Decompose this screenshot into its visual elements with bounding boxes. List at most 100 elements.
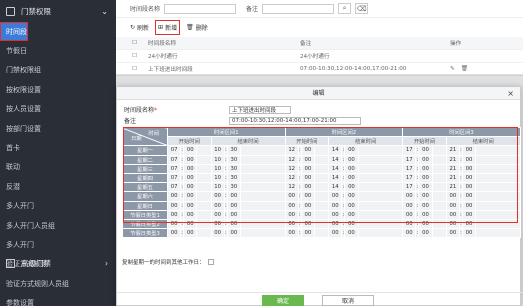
minute-input[interactable]: 00 [461, 182, 477, 193]
hour-input[interactable]: 00 [210, 218, 225, 230]
hour-input[interactable]: 00 [328, 218, 343, 230]
hour-input[interactable]: 07 [166, 172, 182, 184]
minute-input[interactable]: 00 [418, 154, 433, 165]
hour-input[interactable]: 17 [402, 172, 417, 184]
minute-input[interactable]: 00 [461, 163, 477, 174]
hour-input[interactable]: 00 [210, 200, 225, 211]
minute-input[interactable]: 00 [344, 154, 359, 165]
hour-input[interactable]: 17 [402, 163, 417, 174]
sidebar-item[interactable]: 联动 [0, 158, 116, 177]
hour-input[interactable]: 14 [328, 172, 343, 184]
hour-input[interactable]: 17 [402, 182, 417, 193]
minute-input[interactable]: 00 [418, 172, 433, 184]
hour-input[interactable]: 12 [284, 163, 299, 174]
hour-input[interactable]: 00 [402, 191, 417, 202]
hour-input[interactable]: 17 [402, 154, 417, 165]
minute-input[interactable]: 00 [300, 200, 315, 211]
cancel-button[interactable]: 取消 [322, 295, 374, 306]
hour-input[interactable]: 17 [402, 145, 417, 156]
minute-input[interactable]: 00 [418, 209, 433, 220]
hour-input[interactable]: 00 [284, 200, 299, 211]
minute-input[interactable]: 30 [226, 163, 241, 174]
row-checkbox[interactable]: ☐ [116, 66, 148, 72]
minute-input[interactable]: 00 [344, 145, 359, 156]
hour-input[interactable]: 00 [166, 209, 182, 220]
hour-input[interactable]: 00 [210, 209, 225, 220]
close-icon[interactable]: × [507, 87, 514, 100]
minute-input[interactable]: 00 [344, 200, 359, 211]
minute-input[interactable]: 00 [300, 209, 315, 220]
hour-input[interactable]: 14 [328, 163, 343, 174]
list-row[interactable]: ☐ 24小时通行 24小时通行 [116, 50, 523, 63]
minute-input[interactable]: 00 [226, 218, 241, 230]
hour-input[interactable]: 14 [328, 154, 343, 165]
clear-button[interactable]: ⌫ [355, 3, 369, 14]
hour-input[interactable]: 00 [445, 228, 460, 239]
minute-input[interactable]: 00 [183, 200, 198, 211]
hour-input[interactable]: 12 [284, 182, 299, 193]
delete-button[interactable]: 🗑 删除 [186, 23, 208, 32]
sidebar-item[interactable]: 验证方式规则人员组 [0, 274, 116, 293]
hour-input[interactable]: 21 [445, 145, 460, 156]
minute-input[interactable]: 00 [300, 172, 315, 184]
hour-input[interactable]: 07 [166, 145, 182, 156]
hour-input[interactable]: 21 [445, 163, 460, 174]
hour-input[interactable]: 00 [284, 218, 299, 230]
sidebar-item[interactable]: 首卡 [0, 138, 116, 157]
minute-input[interactable]: 00 [461, 218, 477, 230]
hour-input[interactable]: 14 [328, 182, 343, 193]
name-input[interactable] [229, 105, 291, 114]
search-button[interactable]: ⌕ [338, 3, 352, 14]
hour-input[interactable]: 00 [328, 209, 343, 220]
hour-input[interactable]: 00 [402, 209, 417, 220]
sidebar-item[interactable]: 按人员设置 [0, 100, 116, 119]
minute-input[interactable]: 00 [183, 145, 198, 156]
minute-input[interactable]: 00 [183, 218, 198, 230]
minute-input[interactable]: 00 [226, 191, 241, 202]
minute-input[interactable]: 00 [300, 182, 315, 193]
hour-input[interactable]: 00 [166, 218, 182, 230]
hour-input[interactable]: 07 [166, 182, 182, 193]
hour-input[interactable]: 00 [166, 200, 182, 211]
minute-input[interactable]: 00 [344, 228, 359, 239]
hour-input[interactable]: 00 [445, 191, 460, 202]
minute-input[interactable]: 00 [461, 172, 477, 184]
hour-input[interactable]: 00 [284, 228, 299, 239]
sidebar-item[interactable]: 时间段 [0, 22, 28, 42]
hour-input[interactable]: 00 [402, 218, 417, 230]
hour-input[interactable]: 00 [328, 191, 343, 202]
select-all-checkbox[interactable]: ☐ [116, 40, 148, 46]
minute-input[interactable]: 00 [344, 172, 359, 184]
hour-input[interactable]: 00 [284, 209, 299, 220]
sidebar-item[interactable]: 多人开门 [0, 235, 116, 254]
filter-name-input[interactable] [164, 3, 237, 14]
hour-input[interactable]: 14 [328, 145, 343, 156]
hour-input[interactable]: 00 [445, 218, 460, 230]
hour-input[interactable]: 00 [328, 228, 343, 239]
row-checkbox[interactable]: ☐ [116, 53, 148, 59]
minute-input[interactable]: 00 [418, 163, 433, 174]
minute-input[interactable]: 00 [418, 218, 433, 230]
hour-input[interactable]: 12 [284, 145, 299, 156]
hour-input[interactable]: 00 [402, 228, 417, 239]
remark-input[interactable] [229, 116, 361, 125]
hour-input[interactable]: 10 [210, 163, 225, 174]
trash-icon[interactable]: 🗑 [461, 66, 468, 72]
minute-input[interactable]: 00 [300, 191, 315, 202]
minute-input[interactable]: 00 [461, 228, 477, 239]
sidebar-section-advanced[interactable]: 高级门禁 › [0, 253, 116, 273]
hour-input[interactable]: 21 [445, 154, 460, 165]
sidebar-item[interactable]: 门禁权限组 [0, 61, 116, 80]
minute-input[interactable]: 30 [226, 145, 241, 156]
minute-input[interactable]: 00 [226, 209, 241, 220]
sidebar-item[interactable]: 按权限设置 [0, 80, 116, 99]
minute-input[interactable]: 00 [344, 191, 359, 202]
sidebar-section-access[interactable]: 门禁权限 ⌄ [0, 0, 116, 22]
hour-input[interactable]: 12 [284, 172, 299, 184]
minute-input[interactable]: 00 [418, 200, 433, 211]
ok-button[interactable]: 确定 [262, 295, 304, 306]
minute-input[interactable]: 30 [226, 172, 241, 184]
hour-input[interactable]: 12 [284, 154, 299, 165]
copy-checkbox[interactable] [207, 259, 214, 265]
minute-input[interactable]: 00 [300, 218, 315, 230]
